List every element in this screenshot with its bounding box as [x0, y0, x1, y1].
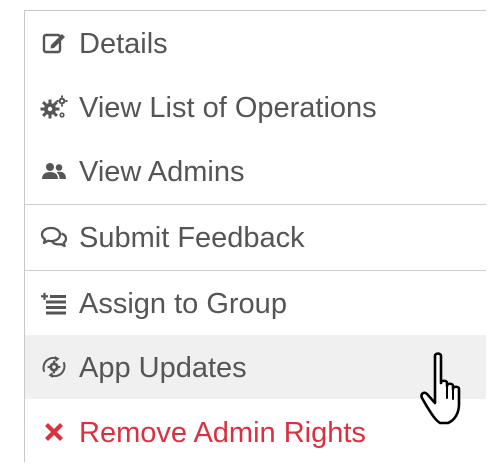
menu-item-label: Details	[79, 27, 168, 60]
edit-icon	[39, 28, 69, 58]
menu-item-remove-admin-rights[interactable]: Remove Admin Rights	[25, 400, 486, 464]
actions-dropdown-menu: Details View List of Operations View Adm…	[24, 10, 486, 462]
menu-item-label: Assign to Group	[79, 287, 287, 320]
comments-icon	[39, 222, 69, 252]
menu-item-label: Remove Admin Rights	[79, 416, 366, 449]
menu-item-label: App Updates	[79, 351, 247, 384]
app-update-icon	[39, 352, 69, 382]
menu-item-assign-to-group[interactable]: Assign to Group	[25, 271, 486, 335]
menu-item-view-admins[interactable]: View Admins	[25, 139, 486, 203]
menu-item-details[interactable]: Details	[25, 11, 486, 75]
menu-item-label: View List of Operations	[79, 91, 377, 124]
menu-item-label: View Admins	[79, 155, 245, 188]
menu-item-submit-feedback[interactable]: Submit Feedback	[25, 205, 486, 269]
add-to-list-icon	[39, 288, 69, 318]
close-x-icon	[39, 417, 69, 447]
menu-item-app-updates[interactable]: App Updates	[25, 335, 486, 399]
menu-item-view-list-of-operations[interactable]: View List of Operations	[25, 75, 486, 139]
menu-item-label: Submit Feedback	[79, 221, 305, 254]
gears-icon	[39, 92, 69, 122]
users-icon	[39, 156, 69, 186]
